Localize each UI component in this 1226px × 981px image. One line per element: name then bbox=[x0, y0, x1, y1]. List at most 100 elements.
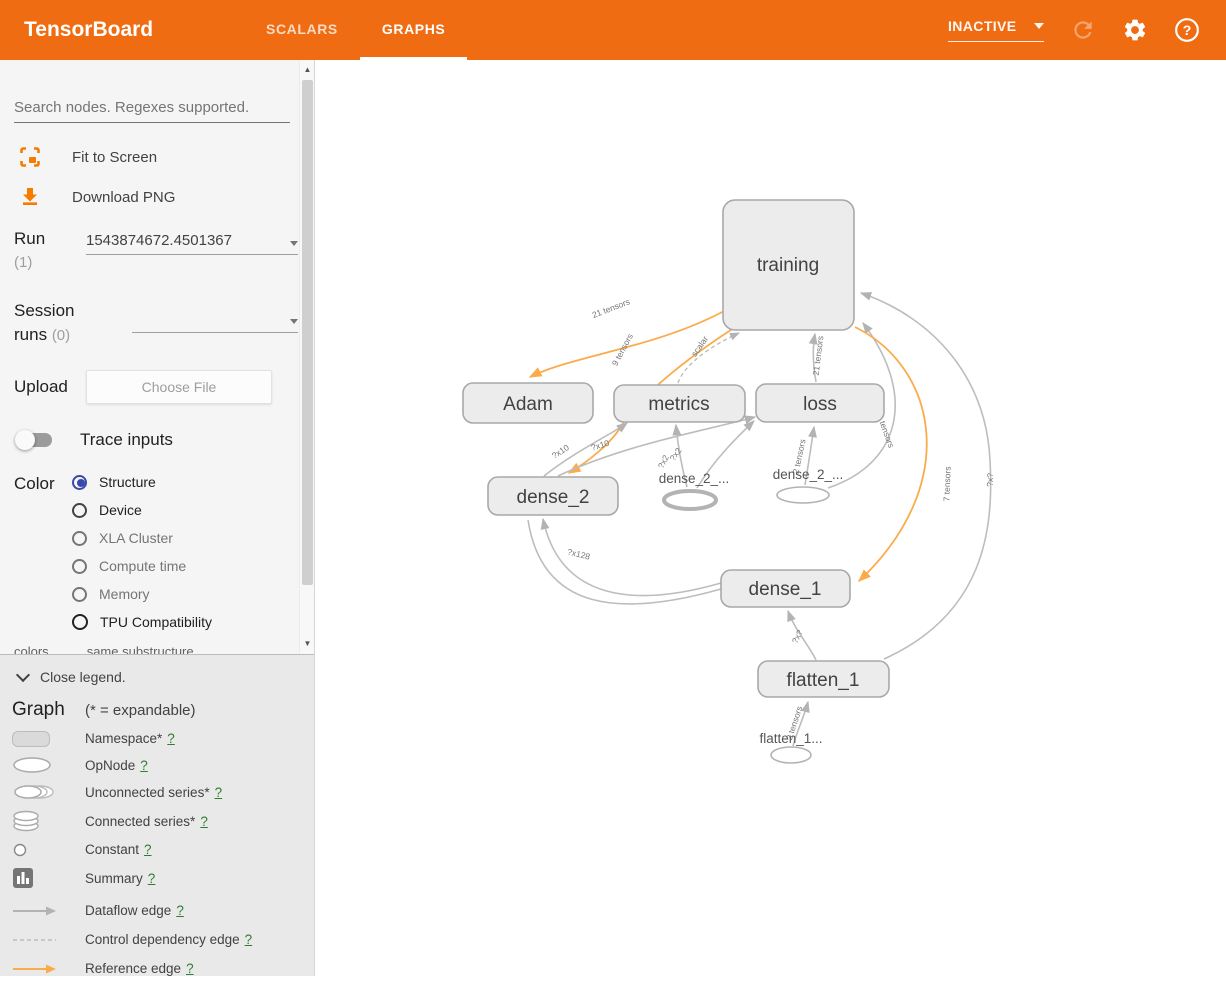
trace-inputs-toggle[interactable] bbox=[18, 433, 52, 447]
color-section-label: Color bbox=[14, 474, 72, 630]
radio-icon bbox=[72, 531, 87, 546]
svg-text:dense_1: dense_1 bbox=[749, 579, 822, 600]
trace-inputs-row: Trace inputs bbox=[14, 430, 298, 450]
svg-text:training: training bbox=[757, 255, 819, 276]
node-metrics[interactable]: metrics bbox=[614, 385, 745, 422]
graph-svg: 21 tensors 9 tensors scalar 21 tensors 2… bbox=[316, 60, 1226, 976]
help-icon[interactable]: ? bbox=[1174, 17, 1200, 43]
app-title: TensorBoard bbox=[24, 18, 244, 42]
legend-item-control-dependency-edge: Control dependency edge ? bbox=[12, 931, 304, 948]
help-link[interactable]: ? bbox=[148, 871, 156, 886]
svg-text:flatten_1...: flatten_1... bbox=[759, 731, 822, 746]
edge-label: ?x? bbox=[985, 473, 995, 487]
radio-icon bbox=[72, 614, 88, 630]
reference-edge-glyph-icon bbox=[12, 963, 58, 975]
graph-legend: Close legend. Graph (* = expandable) Nam… bbox=[0, 655, 314, 976]
close-legend-label: Close legend. bbox=[40, 669, 126, 685]
gear-icon[interactable] bbox=[1122, 17, 1148, 43]
download-png-label: Download PNG bbox=[72, 189, 175, 206]
scroll-up-icon[interactable]: ▲ bbox=[300, 62, 314, 78]
legend-item-namespace: Namespace* ? bbox=[12, 730, 304, 747]
refresh-icon[interactable] bbox=[1070, 17, 1096, 43]
color-section: Color Structure Device XLA Cluster Compu… bbox=[14, 474, 298, 630]
color-option-structure[interactable]: Structure bbox=[72, 474, 212, 490]
download-png-button[interactable]: Download PNG bbox=[14, 185, 298, 209]
node-dense-1[interactable]: dense_1 bbox=[721, 570, 850, 607]
help-glyph: ? bbox=[1183, 22, 1192, 38]
status-label: INACTIVE bbox=[948, 18, 1017, 34]
fit-to-screen-button[interactable]: Fit to Screen bbox=[14, 145, 298, 169]
help-link[interactable]: ? bbox=[176, 903, 184, 918]
edge-label: 21 tensors bbox=[811, 335, 826, 376]
namespace-glyph-icon bbox=[12, 731, 50, 747]
chevron-down-icon bbox=[16, 668, 30, 682]
help-link[interactable]: ? bbox=[167, 731, 175, 746]
constant-glyph-icon bbox=[12, 842, 32, 858]
graph-canvas[interactable]: 21 tensors 9 tensors scalar 21 tensors 2… bbox=[316, 60, 1226, 976]
edge-label: ?x10 bbox=[550, 442, 571, 461]
control-dependency-edge-glyph-icon bbox=[12, 936, 58, 944]
close-legend-button[interactable]: Close legend. bbox=[18, 669, 304, 685]
color-option-compute-time[interactable]: Compute time bbox=[72, 558, 212, 574]
help-link[interactable]: ? bbox=[200, 814, 208, 829]
legend-item-constant: Constant ? bbox=[12, 841, 304, 858]
help-link[interactable]: ? bbox=[140, 758, 148, 773]
tab-graphs[interactable]: GRAPHS bbox=[360, 0, 468, 60]
run-field: Run (1) 1543874672.4501367 bbox=[14, 227, 298, 275]
chevron-down-icon bbox=[290, 319, 298, 324]
node-training[interactable]: training bbox=[723, 200, 854, 330]
node-adam[interactable]: Adam bbox=[463, 383, 593, 423]
help-link[interactable]: ? bbox=[245, 932, 253, 947]
color-option-xla-cluster[interactable]: XLA Cluster bbox=[72, 530, 212, 546]
scrollbar-thumb[interactable] bbox=[302, 80, 313, 585]
legend-subtitle: (* = expandable) bbox=[85, 702, 196, 719]
scroll-down-icon[interactable]: ▼ bbox=[300, 636, 314, 652]
color-legend-footer: colors same substructure bbox=[14, 644, 298, 655]
svg-text:dense_2_...: dense_2_... bbox=[773, 467, 844, 482]
dataflow-edge-glyph-icon bbox=[12, 905, 58, 917]
edge-label: 9 tensors bbox=[610, 332, 635, 368]
run-label: Run (1) bbox=[14, 227, 86, 275]
node-flatten-1-op[interactable]: flatten_1... bbox=[759, 731, 822, 763]
run-select[interactable]: 1543874672.4501367 bbox=[86, 231, 298, 255]
node-dense-2-series-op[interactable]: dense_2_... bbox=[773, 467, 844, 503]
search-input[interactable] bbox=[14, 95, 290, 123]
session-runs-select[interactable] bbox=[132, 309, 298, 333]
upload-label: Upload bbox=[14, 370, 86, 404]
node-dense-2[interactable]: dense_2 bbox=[488, 477, 618, 515]
chevron-down-icon bbox=[290, 241, 298, 246]
toggle-knob bbox=[15, 430, 35, 450]
legend-item-summary: Summary ? bbox=[12, 867, 304, 889]
svg-text:flatten_1: flatten_1 bbox=[787, 670, 860, 691]
connected-series-glyph-icon bbox=[12, 810, 48, 832]
color-option-memory[interactable]: Memory bbox=[72, 586, 212, 602]
color-option-device[interactable]: Device bbox=[72, 502, 212, 518]
opnode-glyph-icon bbox=[12, 756, 54, 774]
edge-label: ?x128 bbox=[566, 546, 591, 561]
node-flatten-1[interactable]: flatten_1 bbox=[758, 661, 889, 697]
run-count: (1) bbox=[14, 251, 86, 275]
color-option-tpu-compatibility[interactable]: TPU Compatibility bbox=[72, 614, 212, 630]
status-dropdown[interactable]: INACTIVE bbox=[948, 18, 1044, 42]
edge-dense1-dense2-b bbox=[528, 520, 721, 604]
session-runs-field: Session runs (0) bbox=[14, 299, 298, 348]
tab-scalars[interactable]: SCALARS bbox=[244, 0, 360, 60]
node-loss[interactable]: loss bbox=[756, 384, 884, 422]
legend-item-dataflow-edge: Dataflow edge ? bbox=[12, 902, 304, 919]
app-header: TensorBoard SCALARS GRAPHS INACTIVE ? bbox=[0, 0, 1226, 60]
fit-to-screen-icon bbox=[18, 145, 42, 169]
sidebar-controls: Fit to Screen Download PNG Run (1) 15438… bbox=[0, 60, 314, 655]
edge-flatten1-training bbox=[861, 293, 991, 659]
fit-to-screen-label: Fit to Screen bbox=[72, 149, 157, 166]
legend-item-opnode: OpNode ? bbox=[12, 756, 304, 774]
help-link[interactable]: ? bbox=[215, 785, 223, 800]
help-link[interactable]: ? bbox=[186, 961, 194, 976]
same-substructure-label: same substructure bbox=[87, 644, 194, 655]
legend-title: Graph bbox=[12, 699, 85, 721]
sidebar-scrollbar[interactable]: ▲ ▼ bbox=[299, 60, 314, 654]
svg-text:dense_2_...: dense_2_... bbox=[659, 471, 730, 486]
help-link[interactable]: ? bbox=[144, 842, 152, 857]
svg-text:dense_2: dense_2 bbox=[517, 487, 590, 508]
choose-file-button[interactable]: Choose File bbox=[86, 370, 272, 404]
node-dense-2-series-connected[interactable]: dense_2_... bbox=[659, 471, 730, 509]
